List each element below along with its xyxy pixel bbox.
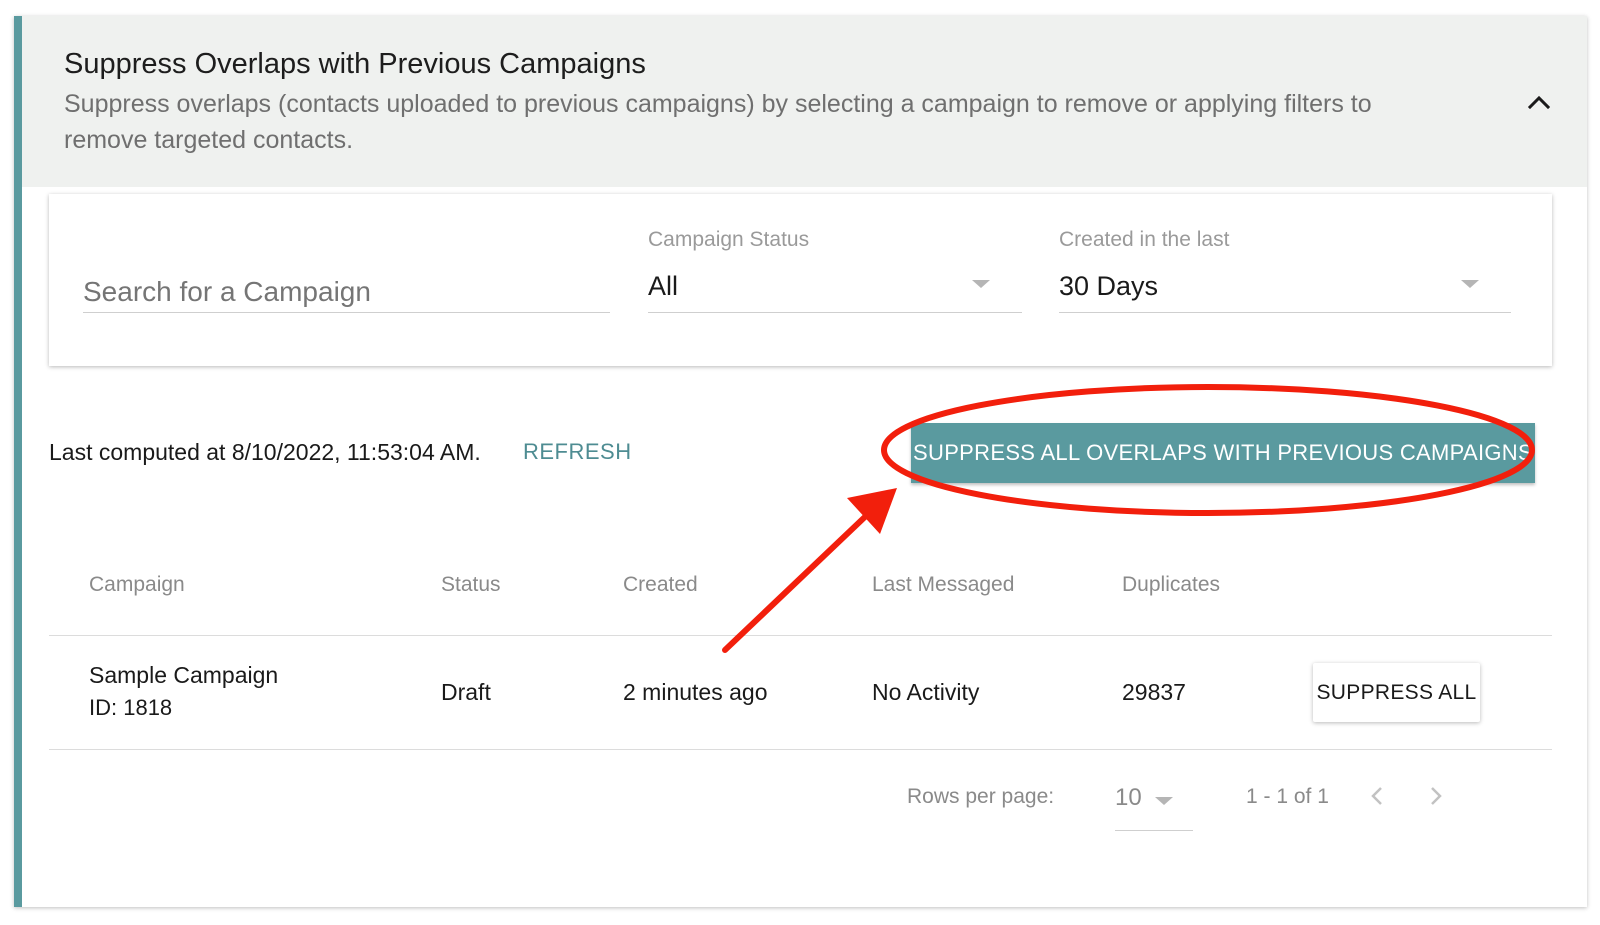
campaign-status: Draft (441, 679, 491, 705)
campaign-status-select[interactable]: Campaign Status All (648, 228, 1022, 313)
created-in-last-value: 30 Days (1059, 271, 1159, 301)
collapse-button[interactable] (1521, 86, 1557, 122)
panel-subtitle: Suppress overlaps (contacts uploaded to … (64, 90, 1372, 154)
caret-down-icon (1461, 280, 1479, 288)
campaign-search-input[interactable] (83, 276, 610, 308)
chevron-right-icon (1429, 785, 1443, 812)
rows-per-page-select[interactable]: 10 (1115, 775, 1193, 831)
campaign-search-field[interactable] (83, 254, 610, 313)
refresh-button[interactable]: REFRESH (523, 439, 632, 465)
previous-page-button[interactable] (1363, 783, 1391, 813)
panel-header[interactable]: Suppress Overlaps with Previous Campaign… (22, 16, 1587, 187)
panel-accent-bar (14, 16, 22, 907)
created-in-last-label: Created in the last (1059, 228, 1230, 251)
rows-per-page-label: Rows per page: (907, 785, 1055, 808)
table-row-divider (49, 749, 1552, 750)
chevron-up-icon (1527, 95, 1551, 114)
campaign-status-value: All (648, 271, 679, 301)
column-header-status: Status (441, 573, 501, 596)
created-in-last-select[interactable]: Created in the last 30 Days (1059, 228, 1511, 313)
pagination-range: 1 - 1 of 1 (1246, 785, 1329, 808)
caret-down-icon (1155, 797, 1173, 805)
row-suppress-all-button[interactable]: SUPPRESS ALL (1313, 663, 1480, 722)
caret-down-icon (972, 280, 990, 288)
campaign-name: Sample Campaign (89, 662, 279, 688)
campaign-id: ID: 1818 (89, 695, 173, 720)
filter-card: Campaign Status All Created in the last … (49, 194, 1552, 366)
rows-per-page-value: 10 (1115, 784, 1142, 811)
campaign-duplicates: 29837 (1122, 679, 1186, 705)
campaign-status-label: Campaign Status (648, 228, 810, 251)
column-header-created: Created (623, 573, 698, 596)
column-header-last-messaged: Last Messaged (872, 573, 1015, 596)
panel-title: Suppress Overlaps with Previous Campaign… (64, 48, 646, 80)
campaign-last-messaged: No Activity (872, 679, 980, 705)
next-page-button[interactable] (1422, 783, 1450, 813)
suppress-all-overlaps-button[interactable]: SUPPRESS ALL OVERLAPS WITH PREVIOUS CAMP… (911, 423, 1535, 483)
table-header-divider (49, 635, 1552, 636)
campaign-created: 2 minutes ago (623, 679, 768, 705)
column-header-duplicates: Duplicates (1122, 573, 1221, 596)
last-computed-text: Last computed at 8/10/2022, 11:53:04 AM. (49, 439, 481, 465)
chevron-left-icon (1370, 785, 1384, 812)
column-header-campaign: Campaign (89, 573, 185, 596)
